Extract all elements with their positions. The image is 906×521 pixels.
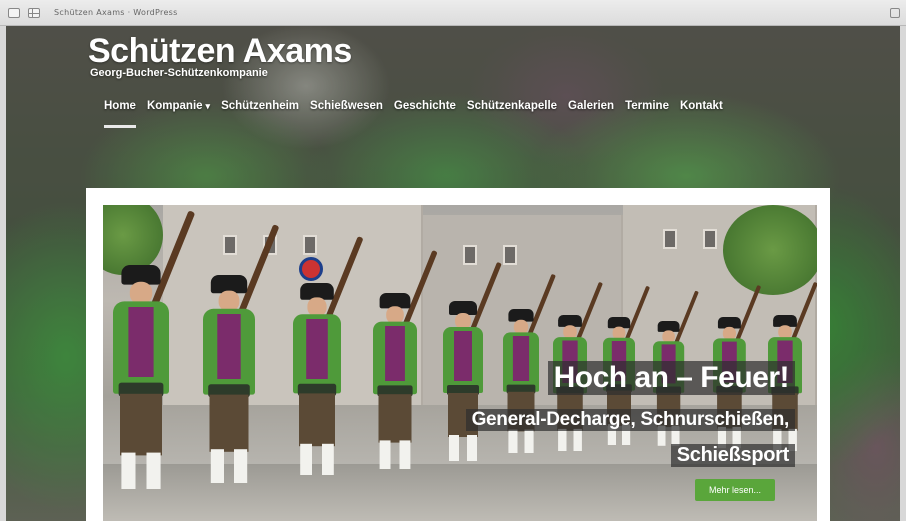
socks [379, 440, 411, 469]
sidebar-toggle-icon[interactable] [8, 7, 20, 18]
site-tagline: Georg-Bucher-Schützenkompanie [90, 67, 268, 79]
socks [449, 435, 477, 461]
window [223, 235, 237, 255]
socks [508, 429, 534, 453]
site-title[interactable]: Schützen Axams [88, 32, 352, 71]
vest [128, 307, 154, 377]
nav-item-geschichte[interactable]: Geschichte [394, 100, 456, 112]
chevron-down-icon: ▾ [205, 101, 211, 111]
pants [209, 394, 249, 452]
traffic-sign-icon [299, 257, 323, 281]
window-control-icon[interactable] [890, 8, 900, 18]
vest [454, 331, 472, 381]
nav-item-schuetzenkapelle[interactable]: Schützenkapelle [467, 100, 557, 112]
nav-item-termine[interactable]: Termine [625, 100, 669, 112]
nav-item-kontakt[interactable]: Kontakt [680, 100, 723, 112]
window [503, 245, 517, 265]
socks [210, 449, 248, 483]
nav-item-label: Kompanie [146, 100, 203, 112]
vest [306, 319, 328, 379]
pants [378, 394, 412, 443]
nav-item-schiesswesen[interactable]: Schießwesen [310, 100, 383, 112]
nav-item-kompanie[interactable]: Kompanie ▾ [147, 100, 210, 112]
pants [120, 393, 162, 456]
socks [558, 428, 582, 451]
nav-item-schuetzenheim[interactable]: Schützenheim [221, 100, 299, 112]
pants [299, 393, 335, 447]
tree [723, 205, 817, 295]
hero-slide-image: Hoch an – Feuer! General-Decharge, Schnu… [103, 205, 817, 521]
vest [385, 326, 405, 381]
browser-toolbar: Schützen Axams · WordPress [0, 0, 906, 26]
window [303, 235, 317, 255]
vest [512, 336, 530, 381]
hero-subline: General-Decharge, Schnurschießen, [465, 409, 795, 431]
tab-overview-icon[interactable] [28, 7, 40, 18]
window-title: Schützen Axams · WordPress [54, 8, 178, 17]
socks [121, 452, 161, 489]
hero-headline: Hoch an – Feuer! [547, 361, 795, 395]
webpage: Schützen Axams Georg-Bucher-Schützenkomp… [6, 26, 900, 521]
window [663, 229, 677, 249]
socks [300, 443, 334, 475]
nav-item-galerien[interactable]: Galerien [568, 100, 614, 112]
main-navigation: Home Kompanie ▾ Schützenheim Schießwesen … [104, 100, 723, 128]
window [703, 229, 717, 249]
window [463, 245, 477, 265]
nav-item-home[interactable]: Home [104, 100, 136, 128]
hero-slider: Hoch an – Feuer! General-Decharge, Schnu… [86, 188, 830, 521]
vest [217, 314, 241, 379]
hero-subline: Schießsport [670, 444, 795, 467]
read-more-button[interactable]: Mehr lesen... [694, 479, 775, 501]
